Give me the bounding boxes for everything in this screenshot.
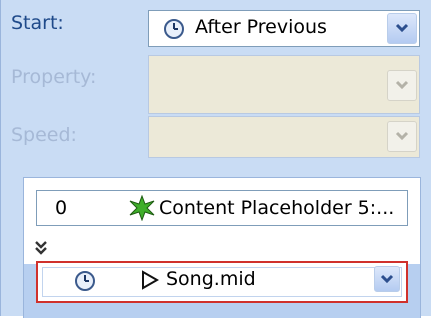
- property-dropdown[interactable]: [148, 55, 420, 114]
- start-label: Start:: [11, 12, 64, 34]
- speed-dropdown[interactable]: [148, 116, 420, 158]
- chevron-down-icon: [394, 19, 410, 38]
- expand-toggle[interactable]: [24, 234, 420, 264]
- chevron-down-icon: [379, 270, 395, 289]
- chevron-down-icon: [394, 127, 410, 146]
- list-item[interactable]: 0 Content Placeholder 5:...: [36, 190, 408, 226]
- play-triangle-icon: [140, 269, 160, 295]
- start-value: After Previous: [195, 16, 327, 38]
- clock-icon: [74, 270, 96, 296]
- clock-icon: [163, 18, 185, 44]
- property-dropdown-button[interactable]: [387, 70, 417, 101]
- speed-dropdown-button[interactable]: [387, 121, 417, 152]
- effect-dropdown-button[interactable]: [374, 266, 400, 292]
- effect-row-selected[interactable]: Song.mid: [36, 261, 408, 303]
- custom-animation-pane: Start: After Previous Property: Speed: 0…: [0, 0, 431, 318]
- speed-label: Speed:: [11, 124, 77, 146]
- chevron-down-icon: [394, 76, 410, 95]
- list-item-order: 0: [55, 197, 68, 219]
- star-burst-icon: [129, 194, 155, 225]
- start-dropdown[interactable]: After Previous: [148, 10, 420, 47]
- start-dropdown-button[interactable]: [387, 13, 417, 44]
- animation-list: 0 Content Placeholder 5:... Song.mid: [23, 177, 421, 318]
- effect-name: Song.mid: [166, 268, 256, 290]
- list-item-name: Content Placeholder 5:...: [159, 197, 395, 219]
- property-label: Property:: [11, 66, 97, 88]
- double-chevron-down-icon: [34, 240, 48, 260]
